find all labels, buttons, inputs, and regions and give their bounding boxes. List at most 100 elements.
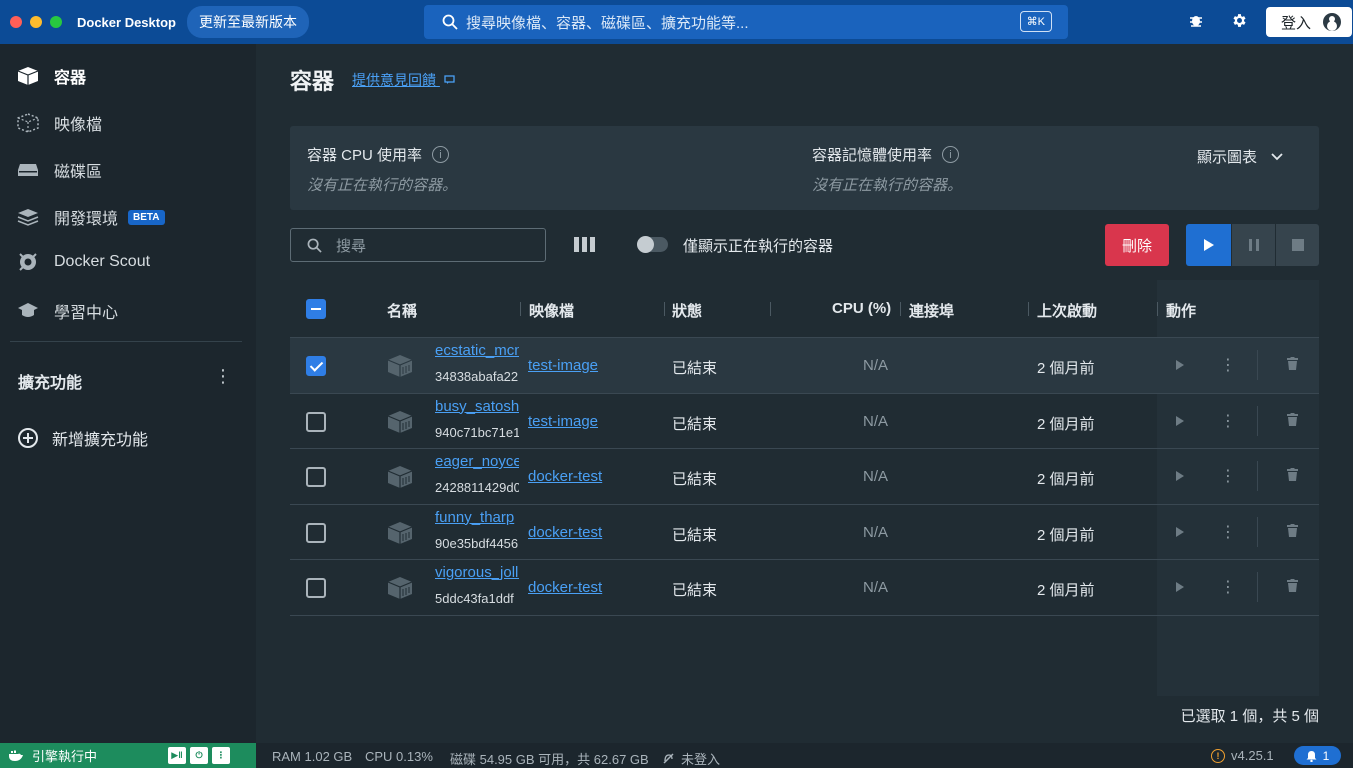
play-icon[interactable] (1175, 526, 1185, 538)
row-checkbox[interactable] (306, 467, 326, 487)
columns-toggle-icon[interactable] (574, 237, 595, 252)
cpu-value: N/A (863, 523, 889, 541)
zoom-window-button[interactable] (50, 16, 62, 28)
col-cpu[interactable]: CPU (%) (832, 300, 891, 317)
column-divider (900, 302, 901, 316)
image-link[interactable]: docker-test (528, 468, 602, 485)
start-button[interactable] (1186, 224, 1231, 266)
engine-play-pause-icon[interactable]: ▶‖ (168, 747, 186, 764)
cpu-usage: CPU 0.13% (365, 749, 433, 764)
select-all-checkbox[interactable] (306, 299, 326, 319)
page-title: 容器 (290, 69, 335, 94)
cpu-value: N/A (863, 579, 889, 596)
table-row[interactable]: busy_satoshi 940c71bc71e1 test-image 已結束… (290, 394, 1319, 449)
add-extension-button[interactable]: 新增擴充功能 (18, 426, 148, 450)
signin-status[interactable]: 未登入 (662, 749, 720, 768)
stop-button[interactable] (1275, 224, 1319, 266)
column-divider (1028, 302, 1029, 316)
status-text: 已結束 (672, 471, 718, 488)
row-checkbox[interactable] (306, 578, 326, 598)
table-row[interactable]: ecstatic_mcnulty 34838abafa22 test-image… (290, 338, 1319, 394)
column-divider (664, 302, 665, 316)
container-name-link[interactable]: busy_satoshi (435, 398, 519, 415)
image-link[interactable]: test-image (528, 357, 598, 374)
sign-in-button[interactable]: 登入 (1266, 7, 1352, 37)
table-row[interactable]: vigorous_jolliot 5ddc43fa1ddf docker-tes… (290, 560, 1319, 616)
more-options-icon[interactable]: ⋮ (1220, 355, 1236, 375)
sidebar-item-containers[interactable]: 容器 (16, 64, 86, 88)
image-link[interactable]: docker-test (528, 579, 602, 596)
col-ports[interactable]: 連接埠 (909, 300, 954, 321)
image-link[interactable]: docker-test (528, 524, 602, 541)
add-extension-label: 新增擴充功能 (52, 432, 149, 449)
container-name-link[interactable]: eager_noyce (435, 453, 519, 470)
col-last-started[interactable]: 上次啟動 (1037, 300, 1097, 321)
sidebar-item-learning-center[interactable]: 學習中心 (16, 299, 118, 323)
play-icon[interactable] (1175, 415, 1185, 427)
extensions-more-icon[interactable]: ⋮ (214, 366, 232, 387)
row-checkbox[interactable] (306, 356, 326, 376)
feedback-link[interactable]: 提供意見回饋 (352, 70, 456, 90)
info-icon[interactable]: i (942, 146, 960, 163)
extensions-bug-icon[interactable] (1188, 12, 1204, 33)
sidebar-item-volumes[interactable]: 磁碟區 (16, 158, 102, 182)
col-name[interactable]: 名稱 (387, 300, 417, 321)
settings-gear-icon[interactable] (1231, 12, 1248, 34)
trash-icon[interactable] (1287, 523, 1298, 537)
app-title: Docker Desktop (77, 14, 176, 30)
last-started: 2 個月前 (1037, 526, 1095, 544)
col-actions: 動作 (1166, 303, 1197, 320)
table-row[interactable]: funny_tharp 90e35bdf4456 docker-test 已結束… (290, 505, 1319, 560)
table-row[interactable]: eager_noyce 2428811429d0 docker-test 已結束… (290, 449, 1319, 505)
pause-button[interactable] (1231, 224, 1275, 266)
notifications-button[interactable]: 1 (1294, 746, 1341, 765)
trash-icon[interactable] (1287, 579, 1298, 592)
trash-icon[interactable] (1287, 468, 1298, 481)
row-checkbox[interactable] (306, 411, 326, 432)
minimize-window-button[interactable] (30, 16, 42, 28)
engine-status[interactable]: 引擎執行中 ▶‖ ⏻ ⋮ (0, 743, 256, 768)
more-options-icon[interactable]: ⋮ (1220, 522, 1236, 542)
last-started: 2 個月前 (1037, 471, 1095, 488)
play-icon[interactable] (1175, 581, 1185, 593)
bell-icon (1306, 750, 1317, 762)
row-checkbox[interactable] (306, 522, 326, 543)
engine-power-icon[interactable]: ⏻ (190, 747, 208, 764)
status-text: 已結束 (672, 582, 718, 599)
container-name-link[interactable]: funny_tharp (435, 509, 519, 526)
play-icon[interactable] (1175, 359, 1185, 371)
plus-circle-icon (18, 428, 38, 448)
more-options-icon[interactable]: ⋮ (1220, 577, 1236, 597)
containers-table: 名稱 映像檔 狀態 CPU (%) 連接埠 上次啟動 動作 ecstatic_m… (290, 280, 1319, 616)
disk-usage: 磁碟 54.95 GB 可用，共 62.67 GB (450, 752, 649, 767)
volume-icon (16, 160, 40, 180)
sidebar-item-images[interactable]: 映像檔 (16, 111, 102, 135)
container-name-link[interactable]: ecstatic_mcnulty (435, 342, 519, 359)
memory-usage-label: 容器記憶體使用率 (812, 147, 933, 164)
trash-icon[interactable] (1287, 357, 1298, 370)
info-icon[interactable]: i (432, 146, 450, 163)
version-info[interactable]: ! v4.25.1 (1211, 748, 1274, 763)
more-options-icon[interactable]: ⋮ (1220, 411, 1236, 431)
more-options-icon[interactable]: ⋮ (1220, 466, 1236, 486)
sidebar-item-dev-environments[interactable]: 開發環境 BETA (16, 205, 165, 229)
play-icon[interactable] (1175, 470, 1185, 482)
image-link[interactable]: test-image (528, 413, 598, 430)
col-status[interactable]: 狀態 (672, 300, 702, 321)
sidebar-item-docker-scout[interactable]: Docker Scout (16, 252, 150, 272)
global-search[interactable]: 搜尋映像檔、容器、磁碟區、擴充功能等... ⌘K (424, 5, 1068, 39)
container-search-input[interactable]: 搜尋 (290, 228, 546, 262)
show-charts-button[interactable]: 顯示圖表 (1197, 146, 1283, 167)
sign-in-label: 登入 (1281, 14, 1312, 32)
container-id: 2428811429d0 (435, 480, 519, 495)
trash-icon[interactable] (1287, 412, 1298, 426)
engine-more-icon[interactable]: ⋮ (212, 747, 230, 764)
col-image[interactable]: 映像檔 (529, 300, 574, 321)
container-name-link[interactable]: vigorous_jolliot (435, 564, 519, 581)
update-button[interactable]: 更新至最新版本 (186, 6, 309, 38)
running-only-toggle[interactable] (637, 236, 668, 253)
signin-status-label: 未登入 (681, 752, 721, 767)
close-window-button[interactable] (10, 16, 22, 28)
avatar-icon (1323, 13, 1342, 31)
delete-button[interactable]: 刪除 (1105, 224, 1169, 266)
